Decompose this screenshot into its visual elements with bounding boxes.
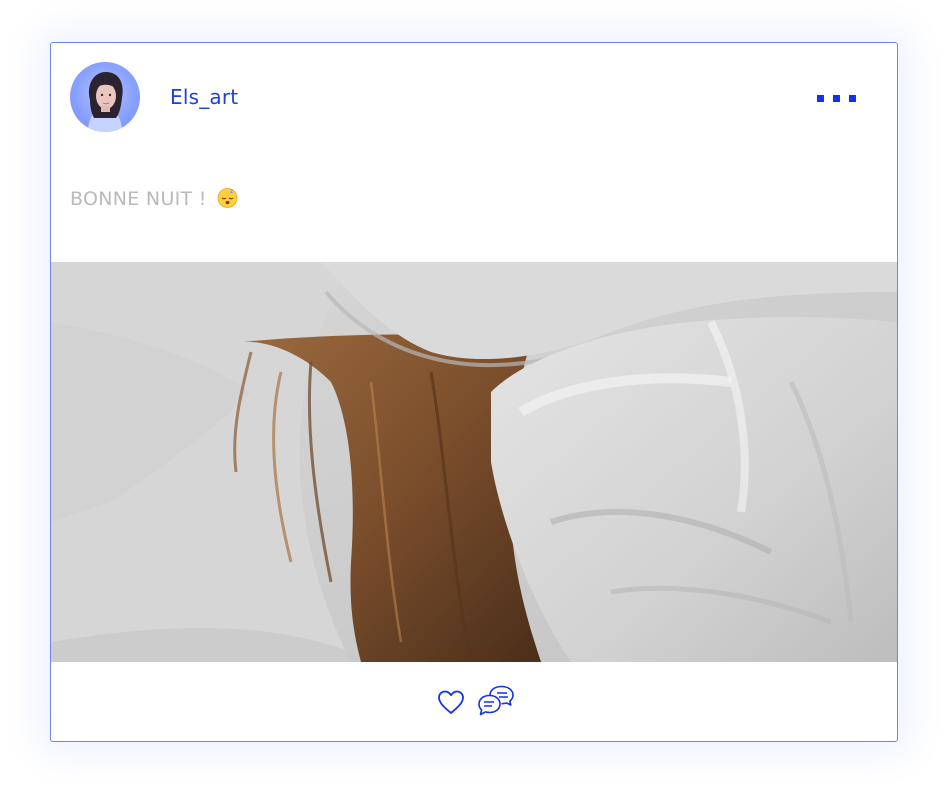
- username[interactable]: Els_art: [170, 85, 238, 109]
- post-header: Els_art: [51, 43, 897, 153]
- photo-hair-on-white-bedsheets: [51, 262, 897, 662]
- comment-button[interactable]: [477, 684, 515, 718]
- more-dots-icon-dot: [849, 95, 856, 102]
- post-image[interactable]: [51, 262, 897, 662]
- post-actions: [51, 662, 897, 741]
- more-dots-icon: [817, 95, 824, 102]
- avatar-photo: [88, 72, 123, 132]
- post-caption: BONNE NUIT ! z: [70, 187, 238, 214]
- post-card: Els_art BONNE NUIT ! z: [50, 42, 898, 742]
- like-button[interactable]: [436, 688, 466, 716]
- sleeping-face-emoji: z: [217, 187, 238, 214]
- avatar[interactable]: [70, 62, 140, 132]
- heart-outline-icon: [438, 690, 464, 714]
- chat-bubbles-icon: [478, 685, 514, 716]
- more-options-button[interactable]: [813, 87, 857, 111]
- svg-text:z: z: [230, 188, 233, 195]
- caption-text: BONNE NUIT !: [70, 188, 207, 210]
- more-dots-icon-dot: [833, 95, 840, 102]
